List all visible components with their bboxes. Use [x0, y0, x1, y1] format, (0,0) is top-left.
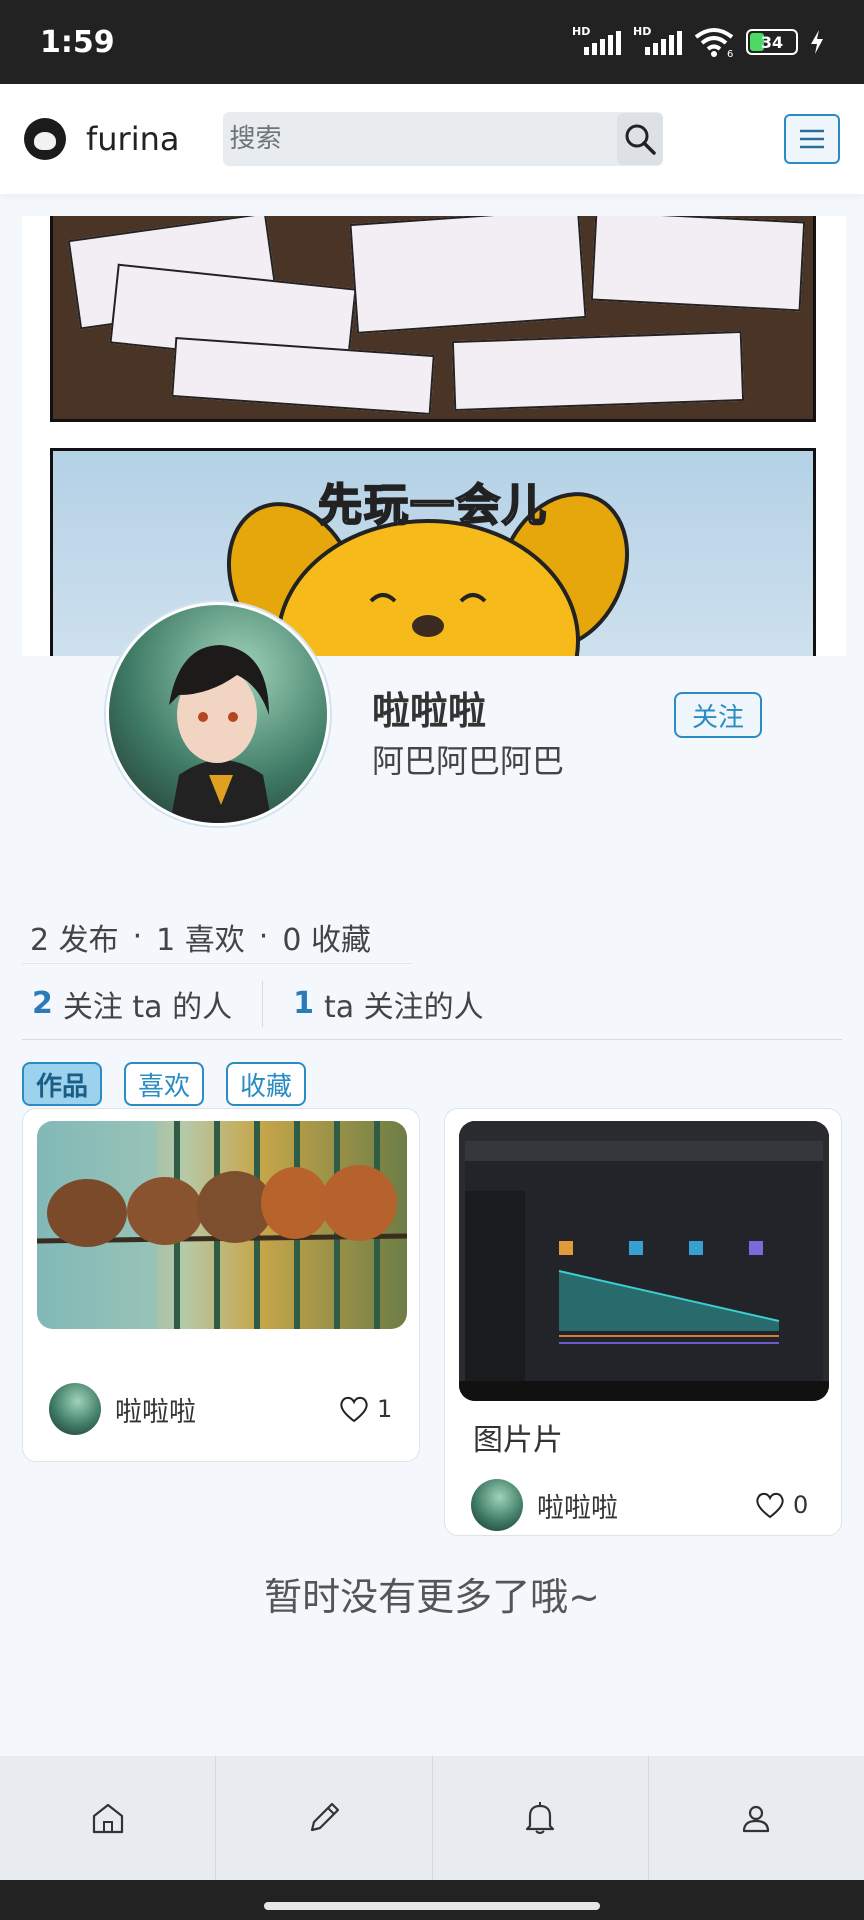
like-count: 1 [377, 1395, 393, 1423]
author-name: 啦啦啦 [115, 1396, 196, 1428]
user-icon [743, 1805, 770, 1833]
battery-icon: 34 [746, 29, 798, 55]
top-navbar: furina [0, 84, 864, 194]
tab-likes[interactable]: 喜欢 [124, 1062, 205, 1106]
hamburger-icon [800, 129, 824, 149]
stats-separator: · [258, 919, 269, 954]
network-type-label: HD [572, 25, 591, 38]
likes-count: 1 喜欢 [156, 922, 245, 958]
cell-signal-icon-2: HD [633, 25, 682, 55]
home-icon [92, 1803, 123, 1834]
tab-works[interactable]: 作品 [22, 1062, 103, 1106]
author-avatar [471, 1479, 523, 1531]
menu-button[interactable] [784, 114, 840, 164]
home-gesture-bar[interactable] [264, 1902, 600, 1910]
post-card[interactable]: 图片片 啦啦啦 0 [444, 1108, 842, 1536]
logo-icon[interactable] [24, 118, 66, 160]
search-input[interactable] [223, 112, 618, 166]
profile-banner-image: 先玩一会儿 [22, 216, 846, 656]
post-image[interactable] [37, 1121, 407, 1329]
like-button[interactable]: 0 [755, 1491, 808, 1519]
bell-icon [526, 1802, 555, 1834]
heart-icon [756, 1492, 784, 1519]
followers-count: 2 [32, 986, 53, 1021]
stats-separator: · [132, 919, 143, 954]
search-button[interactable] [617, 113, 664, 165]
nav-create[interactable] [216, 1756, 433, 1880]
banner-caption: 先玩一会儿 [317, 479, 548, 532]
post-author[interactable]: 啦啦啦 [49, 1383, 196, 1435]
following-link[interactable]: 1 ta 关注的人 [283, 982, 494, 1026]
brand-name[interactable]: furina [86, 120, 179, 158]
post-image[interactable] [459, 1121, 829, 1401]
favorites-count: 0 收藏 [282, 922, 371, 958]
status-icons: HD HD 6 34 [572, 25, 824, 57]
like-button[interactable]: 1 [339, 1395, 392, 1423]
author-name: 啦啦啦 [537, 1492, 618, 1524]
network-type-label-2: HD [633, 25, 652, 38]
system-gesture-area [0, 1880, 864, 1920]
nav-profile[interactable] [649, 1756, 864, 1880]
following-label: ta 关注的人 [323, 989, 484, 1025]
profile-bio: 阿巴阿巴阿巴 [372, 742, 565, 780]
followers-label: 关注 ta 的人 [62, 989, 233, 1025]
author-avatar [49, 1383, 101, 1435]
follow-stats: 2 关注 ta 的人 1 ta 关注的人 [22, 968, 842, 1040]
charging-icon [811, 30, 823, 54]
divider [262, 980, 264, 1027]
post-card[interactable]: 啦啦啦 1 [22, 1108, 420, 1462]
wifi-icon: 6 [694, 28, 733, 57]
nav-notifications[interactable] [433, 1756, 649, 1880]
following-count: 1 [293, 986, 314, 1021]
followers-link[interactable]: 2 关注 ta 的人 [22, 982, 242, 1026]
battery-level: 34 [760, 32, 784, 52]
post-author[interactable]: 啦啦啦 [471, 1479, 618, 1531]
wifi-label: 6 [727, 49, 733, 57]
profile-stats: 2 发布 · 1 喜欢 · 0 收藏 [22, 910, 412, 964]
tab-favorites[interactable]: 收藏 [226, 1062, 307, 1106]
profile-username: 啦啦啦 [372, 689, 487, 733]
search-box [223, 112, 664, 166]
posts-count: 2 发布 [30, 922, 119, 958]
status-bar: 1:59 HD HD 6 34 [0, 0, 864, 84]
post-title[interactable]: 图片片 [473, 1415, 563, 1459]
banner-panel-papers [50, 216, 816, 422]
end-of-list-message: 暂时没有更多了哦~ [264, 1575, 600, 1619]
pencil-icon [310, 1802, 339, 1832]
like-count: 0 [793, 1491, 809, 1519]
bottom-navigation [0, 1756, 864, 1880]
follow-button[interactable]: 关注 [674, 692, 762, 738]
nav-home[interactable] [0, 1756, 217, 1880]
search-icon [625, 124, 657, 155]
profile-avatar[interactable] [106, 602, 330, 826]
cell-signal-icon: HD [572, 25, 621, 55]
status-time: 1:59 [40, 24, 115, 60]
heart-icon [340, 1396, 368, 1423]
content-tabs: 作品 喜欢 收藏 [22, 1062, 307, 1106]
